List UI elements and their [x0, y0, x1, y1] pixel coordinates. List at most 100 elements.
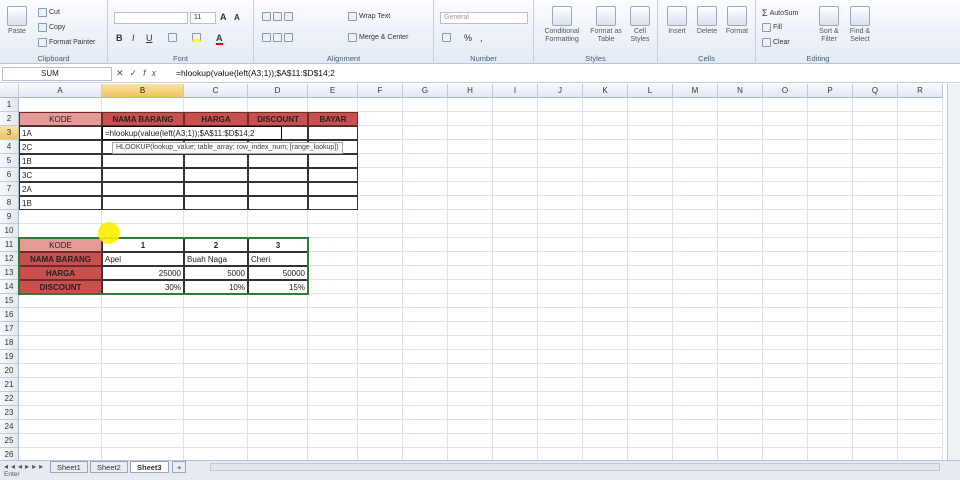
select-all-corner[interactable]	[0, 84, 19, 98]
align-left-buttons[interactable]	[262, 33, 293, 42]
table1-cell[interactable]	[184, 182, 248, 196]
column-header-P[interactable]: P	[808, 84, 853, 98]
row-header-2[interactable]: 2	[0, 112, 19, 126]
column-header-D[interactable]: D	[248, 84, 308, 98]
cut-button[interactable]: Cut	[38, 8, 60, 17]
cancel-icon[interactable]: ✕	[116, 68, 130, 78]
column-header-E[interactable]: E	[308, 84, 358, 98]
insert-button[interactable]: Insert	[662, 6, 692, 36]
align-top-buttons[interactable]	[262, 12, 293, 21]
row-header-10[interactable]: 10	[0, 224, 19, 238]
column-header-Q[interactable]: Q	[853, 84, 898, 98]
cell-styles-button[interactable]: Cell Styles	[624, 6, 656, 44]
column-header-C[interactable]: C	[184, 84, 248, 98]
sheet-nav-buttons[interactable]: ◂◂◂▸▸▸	[4, 462, 46, 471]
row-header-24[interactable]: 24	[0, 420, 19, 434]
column-header-A[interactable]: A	[19, 84, 102, 98]
column-header-I[interactable]: I	[493, 84, 538, 98]
row-header-5[interactable]: 5	[0, 154, 19, 168]
underline-button[interactable]: U	[146, 33, 153, 43]
sort-filter-button[interactable]: Sort & Filter	[814, 6, 844, 44]
row-header-25[interactable]: 25	[0, 434, 19, 448]
row-header-13[interactable]: 13	[0, 266, 19, 280]
table1-cell[interactable]	[102, 154, 184, 168]
row-header-8[interactable]: 8	[0, 196, 19, 210]
conditional-formatting-button[interactable]: Conditional Formatting	[538, 6, 586, 44]
column-header-G[interactable]: G	[403, 84, 448, 98]
wrap-text-button[interactable]: Wrap Text	[348, 12, 390, 21]
table1-cell[interactable]	[308, 196, 358, 210]
row-header-7[interactable]: 7	[0, 182, 19, 196]
percent-button[interactable]: %	[464, 33, 472, 43]
table1-cell[interactable]	[102, 168, 184, 182]
row-header-1[interactable]: 1	[0, 98, 19, 112]
comma-button[interactable]: ,	[480, 33, 483, 43]
column-header-O[interactable]: O	[763, 84, 808, 98]
table1-cell[interactable]	[184, 154, 248, 168]
table1-cell[interactable]	[308, 126, 358, 140]
table1-header-nama-barang[interactable]: NAMA BARANG	[102, 112, 184, 126]
table1-header-discount[interactable]: DISCOUNT	[248, 112, 308, 126]
delete-button[interactable]: Delete	[692, 6, 722, 36]
clear-button[interactable]: Clear	[762, 38, 790, 47]
row-header-9[interactable]: 9	[0, 210, 19, 224]
table1-cell[interactable]	[102, 196, 184, 210]
table1-cell[interactable]	[102, 182, 184, 196]
fill-button[interactable]: Fill	[762, 23, 782, 32]
row-header-20[interactable]: 20	[0, 364, 19, 378]
font-size-combo[interactable]: 11	[190, 12, 216, 24]
column-header-F[interactable]: F	[358, 84, 403, 98]
format-button[interactable]: Format	[722, 6, 752, 36]
sheet-tab-1[interactable]: Sheet1	[50, 461, 88, 473]
table1-cell[interactable]: 2C	[19, 140, 102, 154]
horizontal-scrollbar[interactable]	[210, 463, 940, 471]
number-format-combo[interactable]: General	[440, 12, 528, 24]
row-header-3[interactable]: 3	[0, 126, 19, 140]
currency-button[interactable]	[442, 33, 451, 42]
shrink-font-button[interactable]: A	[234, 13, 240, 22]
paste-button[interactable]: Paste	[4, 6, 30, 36]
column-header-L[interactable]: L	[628, 84, 673, 98]
font-color-button[interactable]: A	[216, 33, 223, 45]
table1-cell[interactable]	[308, 182, 358, 196]
function-icon[interactable]: fx	[143, 68, 162, 78]
row-header-11[interactable]: 11	[0, 238, 19, 252]
row-header-22[interactable]: 22	[0, 392, 19, 406]
autosum-button[interactable]: Σ AutoSum	[762, 8, 798, 18]
sheet-tab-3[interactable]: Sheet3	[130, 461, 169, 473]
column-header-M[interactable]: M	[673, 84, 718, 98]
column-header-J[interactable]: J	[538, 84, 583, 98]
table1-cell[interactable]	[184, 196, 248, 210]
grow-font-button[interactable]: A	[220, 12, 227, 22]
column-header-N[interactable]: N	[718, 84, 763, 98]
column-header-H[interactable]: H	[448, 84, 493, 98]
name-box[interactable]: SUM	[2, 67, 112, 81]
italic-button[interactable]: I	[132, 33, 135, 43]
sheet-tab-2[interactable]: Sheet2	[90, 461, 128, 473]
formula-buttons[interactable]: ✕✓fx	[116, 68, 162, 79]
vertical-scrollbar[interactable]	[947, 84, 960, 460]
merge-center-button[interactable]: Merge & Center	[348, 33, 408, 42]
worksheet-grid[interactable]: A B C D E F G H I J K L M N O P Q R 1 2 3 4 5 6 7 8 9 10 11 12 13 14 15 1…	[0, 84, 947, 462]
row-header-16[interactable]: 16	[0, 308, 19, 322]
bold-button[interactable]: B	[116, 33, 123, 43]
editing-cell-b3[interactable]: =hlookup(value(left(A3;1));$A$11:$D$14;2	[102, 126, 282, 140]
row-header-23[interactable]: 23	[0, 406, 19, 420]
table1-cell[interactable]: 3C	[19, 168, 102, 182]
row-header-14[interactable]: 14	[0, 280, 19, 294]
table1-cell[interactable]: 1B	[19, 154, 102, 168]
row-header-21[interactable]: 21	[0, 378, 19, 392]
table1-cell[interactable]	[248, 168, 308, 182]
insert-sheet-button[interactable]: +	[172, 461, 187, 473]
table1-header-harga[interactable]: HARGA	[184, 112, 248, 126]
column-header-B[interactable]: B	[102, 84, 184, 98]
column-header-K[interactable]: K	[583, 84, 628, 98]
table1-cell[interactable]	[308, 168, 358, 182]
row-header-17[interactable]: 17	[0, 322, 19, 336]
table1-header-kode[interactable]: KODE	[19, 112, 102, 126]
table1-header-bayar[interactable]: BAYAR	[308, 112, 358, 126]
column-header-R[interactable]: R	[898, 84, 943, 98]
enter-icon[interactable]: ✓	[130, 68, 144, 78]
formula-input[interactable]: =hlookup(value(left(A3;1));$A$11:$D$14;2	[176, 68, 335, 78]
row-header-4[interactable]: 4	[0, 140, 19, 154]
